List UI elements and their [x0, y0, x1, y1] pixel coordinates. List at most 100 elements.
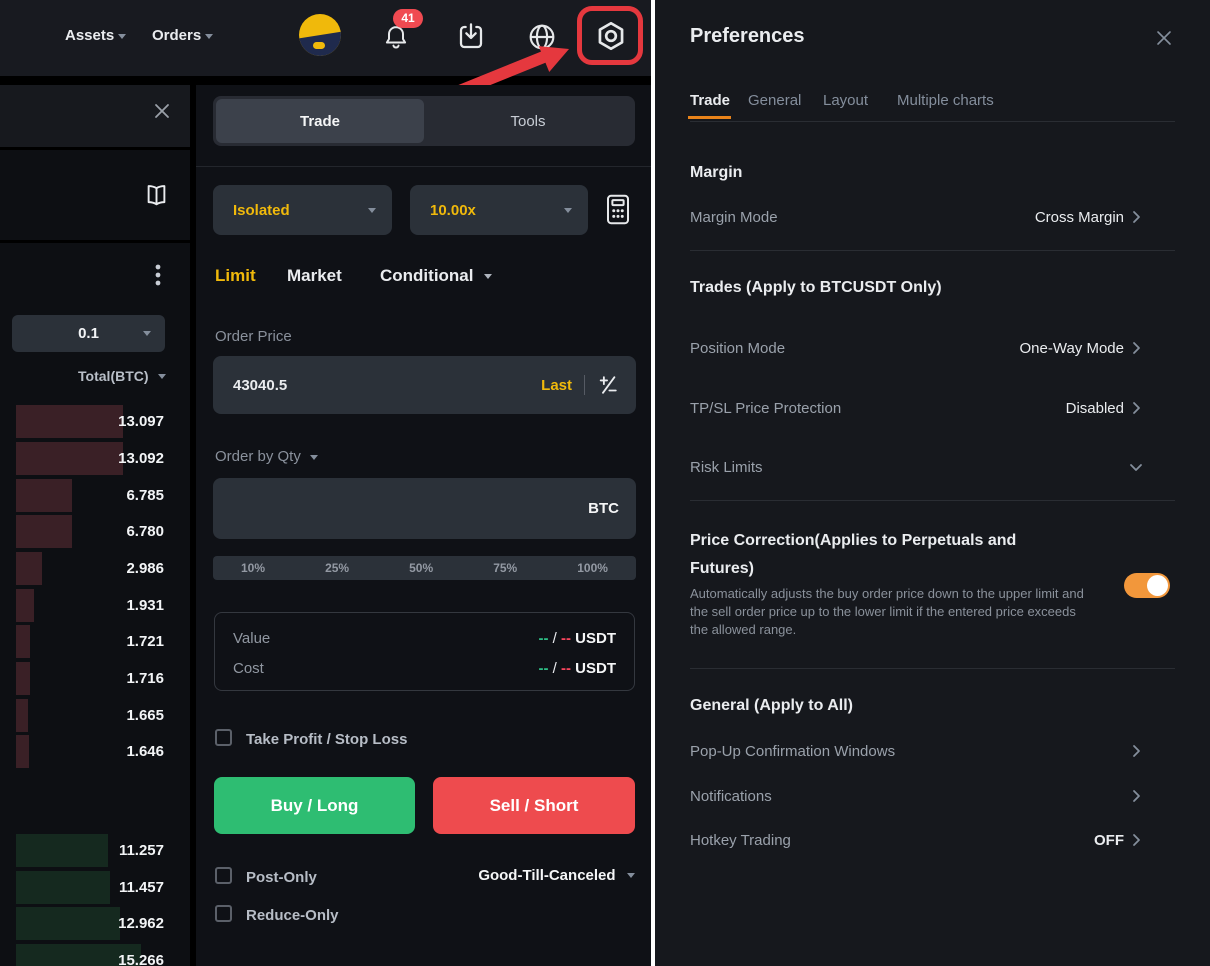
time-in-force-dropdown[interactable]: Good-Till-Canceled: [442, 867, 635, 885]
ask-row[interactable]: 1.665: [0, 699, 190, 732]
ask-total: 1.931: [126, 589, 164, 622]
tab-trade[interactable]: Trade: [216, 99, 424, 143]
chevron-down-icon: [1128, 459, 1144, 475]
ask-row[interactable]: 1.716: [0, 662, 190, 695]
ask-row[interactable]: 2.986: [0, 552, 190, 585]
bid-depth-bar: [16, 871, 110, 904]
last-price-button[interactable]: Last: [541, 377, 572, 394]
reduce-only-label: Reduce-Only: [246, 907, 339, 924]
ask-depth-bar: [16, 405, 123, 438]
chevron-down-icon: [143, 331, 151, 336]
tick-size-value: 0.1: [78, 325, 99, 342]
chevron-right-icon: [1128, 832, 1144, 848]
percent-50[interactable]: 50%: [409, 561, 433, 575]
ask-row[interactable]: 1.721: [0, 625, 190, 658]
price-adjust-icon[interactable]: [597, 374, 619, 396]
tab-multiple-charts[interactable]: Multiple charts: [897, 92, 994, 109]
margin-mode-dropdown[interactable]: Isolated: [213, 185, 392, 235]
chevron-right-icon: [1128, 400, 1144, 416]
ask-total: 6.780: [126, 515, 164, 548]
bid-total: 11.457: [119, 871, 164, 904]
value-cost-box: Value -- / -- USDT Cost -- / -- USDT: [214, 612, 635, 691]
leverage-value: 10.00x: [430, 202, 476, 219]
tpsl-checkbox[interactable]: [215, 729, 232, 746]
nav-orders-label: Orders: [152, 27, 201, 44]
section-price-correction-title: Price Correction(Applies to Perpetuals a…: [690, 527, 1070, 583]
ask-row[interactable]: 13.092: [0, 442, 190, 475]
sell-short-button[interactable]: Sell / Short: [433, 777, 635, 834]
percent-10[interactable]: 10%: [241, 561, 265, 575]
leverage-dropdown[interactable]: 10.00x: [410, 185, 588, 235]
price-correction-toggle[interactable]: [1124, 573, 1170, 598]
trade-tools-segmented-control: Trade Tools: [213, 96, 635, 146]
bid-depth-bar: [16, 834, 108, 867]
calculator-icon[interactable]: [603, 193, 633, 226]
ask-row[interactable]: 6.780: [0, 515, 190, 548]
buy-long-button[interactable]: Buy / Long: [214, 777, 415, 834]
kebab-menu-icon[interactable]: [154, 263, 162, 287]
margin-mode-value: Isolated: [233, 202, 290, 219]
ask-total: 13.092: [118, 442, 164, 475]
order-type-conditional[interactable]: Conditional: [380, 266, 492, 286]
ask-total: 1.716: [126, 662, 164, 695]
order-type-limit[interactable]: Limit: [215, 266, 256, 286]
tab-general[interactable]: General: [748, 92, 801, 109]
chevron-right-icon: [1128, 788, 1144, 804]
chevron-down-icon: [205, 34, 213, 39]
divider: [690, 121, 1175, 122]
post-only-checkbox[interactable]: [215, 867, 232, 884]
divider: [584, 375, 585, 395]
bid-depth-bar: [16, 907, 120, 940]
tpsl-label: Take Profit / Stop Loss: [246, 731, 407, 748]
order-type-market[interactable]: Market: [287, 266, 342, 286]
tab-layout[interactable]: Layout: [823, 92, 868, 109]
ask-depth-bar: [16, 625, 30, 658]
order-price-label: Order Price: [215, 328, 292, 345]
percent-75[interactable]: 75%: [493, 561, 517, 575]
ask-row[interactable]: 13.097: [0, 405, 190, 438]
user-avatar[interactable]: [299, 14, 341, 56]
order-by-qty-label[interactable]: Order by Qty: [215, 448, 318, 465]
divider: [690, 668, 1175, 669]
percent-100[interactable]: 100%: [577, 561, 608, 575]
close-icon[interactable]: [1155, 29, 1173, 47]
ask-total: 13.097: [118, 405, 164, 438]
settings-highlight-box: [577, 6, 643, 65]
nav-orders-menu[interactable]: Orders: [152, 27, 213, 44]
notification-count-badge: 41: [393, 9, 423, 28]
price-correction-description: Automatically adjusts the buy order pric…: [690, 585, 1092, 639]
bid-row[interactable]: 11.457: [0, 871, 190, 904]
close-icon[interactable]: [152, 101, 172, 121]
cost-amount: -- / -- USDT: [538, 660, 616, 677]
ask-depth-bar: [16, 662, 30, 695]
ask-row[interactable]: 6.785: [0, 479, 190, 512]
nav-assets-menu[interactable]: Assets: [65, 27, 126, 44]
ask-row[interactable]: 1.931: [0, 589, 190, 622]
tick-size-dropdown[interactable]: 0.1: [12, 315, 165, 352]
tab-tools[interactable]: Tools: [424, 99, 632, 143]
reduce-only-checkbox[interactable]: [215, 905, 232, 922]
toggle-knob: [1147, 575, 1168, 596]
orderbook-book-icon[interactable]: [143, 183, 170, 208]
download-icon[interactable]: [455, 21, 487, 53]
bid-row[interactable]: 11.257: [0, 834, 190, 867]
quantity-input[interactable]: BTC: [213, 478, 636, 539]
tab-trade[interactable]: Trade: [690, 92, 730, 109]
chevron-down-icon: [310, 455, 318, 460]
bid-row[interactable]: 12.962: [0, 907, 190, 940]
bid-row[interactable]: 15.266: [0, 944, 190, 966]
cost-row: Cost -- / -- USDT: [233, 653, 616, 683]
trade-panel: Trade Tools Isolated 10.00x Limit Market: [196, 85, 651, 966]
ask-row[interactable]: 1.646: [0, 735, 190, 768]
ask-depth-bar: [16, 552, 42, 585]
percent-25[interactable]: 25%: [325, 561, 349, 575]
preferences-title: Preferences: [690, 25, 805, 48]
ask-depth-bar: [16, 735, 29, 768]
value-amount: -- / -- USDT: [538, 630, 616, 647]
bid-total: 12.962: [118, 907, 164, 940]
order-price-input[interactable]: 43040.5 Last: [213, 356, 636, 414]
ask-total: 1.646: [126, 735, 164, 768]
ask-total: 6.785: [126, 479, 164, 512]
orderbook-total-header[interactable]: Total(BTC): [0, 368, 166, 386]
preferences-panel: Preferences Trade General Layout Multipl…: [655, 0, 1210, 966]
